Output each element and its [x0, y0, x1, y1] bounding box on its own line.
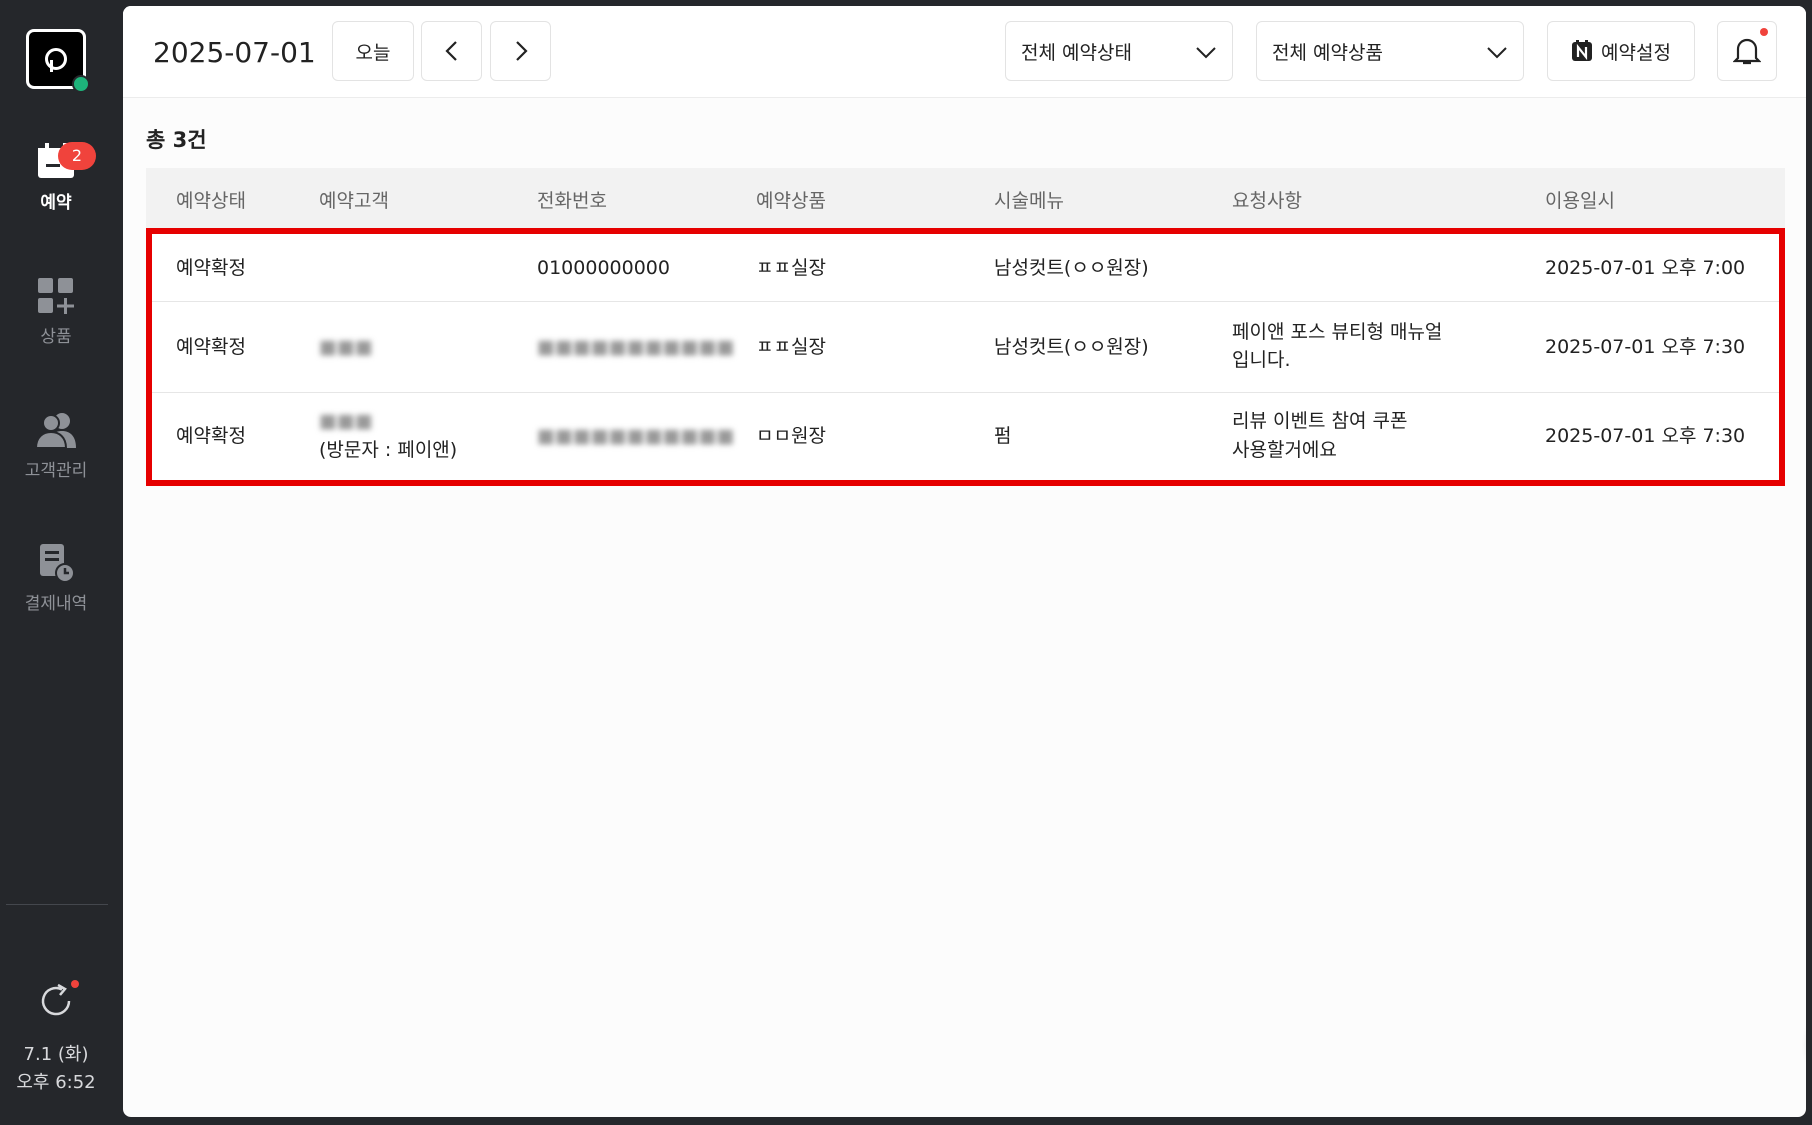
sidebar-item-label: 고객관리 [24, 461, 88, 481]
column-header: 예약상태 [176, 190, 246, 212]
cell-phone: ■■■■■■■■■■■ [537, 425, 735, 447]
cell-phone: ■■■■■■■■■■■ [537, 336, 735, 358]
today-button-label: 오늘 [355, 41, 391, 64]
bell-icon [1733, 38, 1761, 65]
cell-phone: 01000000000 [537, 257, 670, 279]
chevron-down-icon [1487, 47, 1507, 59]
cell-menu: 남성컷트(ㅇㅇ원장) [994, 336, 1149, 358]
cell-menu: 남성컷트(ㅇㅇ원장) [994, 257, 1149, 279]
notification-button[interactable] [1717, 21, 1777, 81]
chevron-down-icon [1196, 47, 1216, 59]
column-header: 전화번호 [537, 190, 607, 212]
cell-status: 예약확정 [176, 257, 246, 279]
reservation-count-badge: 2 [58, 142, 96, 170]
sidebar-item-label: 예약 [40, 193, 72, 213]
cell-customer: ■■■ [319, 410, 373, 432]
naver-n-icon [1572, 40, 1593, 61]
status-filter-select[interactable]: 전체 예약상태 [1005, 21, 1233, 81]
highlighted-rows: 예약확정 01000000000 ㅍㅍ실장 남성컷트(ㅇㅇ원장) 2025-07… [146, 228, 1785, 486]
logo-p-icon [45, 48, 67, 72]
cell-datetime: 2025-07-01 오후 7:00 [1545, 257, 1746, 279]
cell-product: ㅁㅁ원장 [756, 425, 826, 447]
sidebar-item-payments[interactable]: 결제내역 [0, 543, 112, 614]
table-row[interactable]: 예약확정 01000000000 ㅍㅍ실장 남성컷트(ㅇㅇ원장) 2025-07… [152, 234, 1779, 302]
cell-datetime: 2025-07-01 오후 7:30 [1545, 425, 1746, 447]
column-header: 요청사항 [1232, 190, 1302, 212]
cell-customer: ■■■ [319, 336, 373, 358]
column-header: 예약상품 [756, 190, 826, 212]
cell-status: 예약확정 [176, 425, 246, 447]
cell-menu: 펌 [994, 425, 1012, 447]
grid-plus-icon [38, 278, 74, 314]
reservation-settings-label: 예약설정 [1601, 41, 1671, 64]
cell-visitor: (방문자 : 페이앤) [319, 439, 458, 461]
table-row[interactable]: 예약확정 ■■■ (방문자 : 페이앤) ■■■■■■■■■■■ ㅁㅁ원장 펌 … [152, 393, 1779, 480]
receipt-clock-icon [40, 544, 75, 583]
sidebar-item-customers[interactable]: 고객관리 [0, 410, 112, 481]
column-header: 이용일시 [1545, 190, 1615, 212]
prev-date-button[interactable] [421, 21, 482, 81]
table-header: 예약상태 예약고객 전화번호 예약상품 시술메뉴 요청사항 이용일시 [146, 168, 1785, 228]
online-status-dot [72, 75, 90, 93]
clock-time: 오후 6:52 [16, 1072, 96, 1093]
sidebar-item-product[interactable]: 상품 [0, 276, 112, 347]
refresh-notification-dot [71, 980, 79, 988]
chevron-left-icon [444, 41, 457, 61]
today-button[interactable]: 오늘 [332, 21, 414, 81]
current-date: 2025-07-01 [153, 36, 316, 69]
cell-status: 예약확정 [176, 336, 246, 358]
cell-request-line1: 리뷰 이벤트 참여 쿠폰 [1232, 410, 1408, 432]
cell-request-line1: 페이앤 포스 뷰티형 매뉴얼 [1232, 321, 1443, 343]
clock-date: 7.1 (화) [23, 1044, 89, 1065]
table-row[interactable]: 예약확정 ■■■ ■■■■■■■■■■■ ㅍㅍ실장 남성컷트(ㅇㅇ원장) 페이앤… [152, 302, 1779, 393]
cell-product: ㅍㅍ실장 [756, 257, 826, 279]
sidebar: 예약 2 상품 고객관리 결제내역 7.1 (화) 오후 6:52 [0, 0, 122, 1125]
column-header: 시술메뉴 [994, 190, 1064, 212]
reservation-settings-button[interactable]: 예약설정 [1547, 21, 1695, 81]
main-panel: 2025-07-01 오늘 전체 예약상태 전체 예약상품 예약설정 총 3건 … [123, 6, 1806, 1117]
status-filter-value: 전체 예약상태 [1021, 41, 1132, 64]
refresh-icon[interactable] [38, 983, 74, 1019]
users-icon [36, 413, 76, 449]
notification-dot [1760, 28, 1768, 36]
cell-datetime: 2025-07-01 오후 7:30 [1545, 336, 1746, 358]
cell-request-line2: 사용할거에요 [1232, 439, 1337, 461]
sidebar-item-label: 결제내역 [24, 594, 88, 614]
product-filter-select[interactable]: 전체 예약상품 [1256, 21, 1524, 81]
sidebar-divider [6, 904, 108, 905]
top-bar: 2025-07-01 오늘 전체 예약상태 전체 예약상품 예약설정 [123, 6, 1806, 98]
cell-request-line2: 입니다. [1232, 349, 1291, 371]
reservation-table: 예약상태 예약고객 전화번호 예약상품 시술메뉴 요청사항 이용일시 예약확정 … [146, 168, 1785, 486]
column-header: 예약고객 [319, 190, 389, 212]
total-count: 총 3건 [146, 128, 207, 152]
chevron-right-icon [515, 41, 528, 61]
sidebar-item-label: 상품 [40, 327, 72, 347]
product-filter-value: 전체 예약상품 [1272, 41, 1383, 64]
next-date-button[interactable] [490, 21, 551, 81]
cell-product: ㅍㅍ실장 [756, 336, 826, 358]
